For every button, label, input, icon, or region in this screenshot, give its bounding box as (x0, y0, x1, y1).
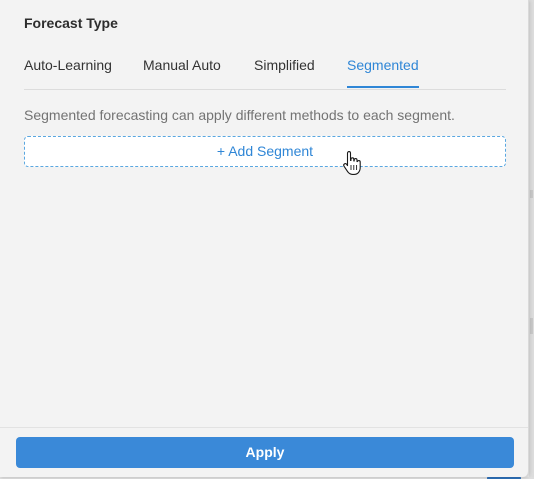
background-edge-mark (530, 190, 533, 198)
background-edge-mark (530, 318, 533, 334)
background-edge-strip (529, 0, 534, 479)
forecast-type-panel: Forecast Type Auto-Learning Manual Auto … (0, 0, 529, 477)
add-segment-button[interactable]: + Add Segment (24, 136, 506, 167)
apply-button[interactable]: Apply (16, 437, 514, 468)
hand-pointer-icon (343, 151, 361, 175)
tab-manual-auto[interactable]: Manual Auto (143, 57, 221, 73)
forecast-type-tabs: Auto-Learning Manual Auto Simplified Seg… (24, 46, 506, 90)
segmented-description: Segmented forecasting can apply differen… (24, 107, 455, 123)
active-tab-indicator (347, 86, 419, 88)
tab-segmented[interactable]: Segmented (347, 57, 419, 73)
tab-auto-learning[interactable]: Auto-Learning (24, 57, 112, 73)
tab-simplified[interactable]: Simplified (254, 57, 315, 73)
section-title: Forecast Type (24, 15, 118, 31)
panel-footer: Apply (0, 427, 528, 478)
